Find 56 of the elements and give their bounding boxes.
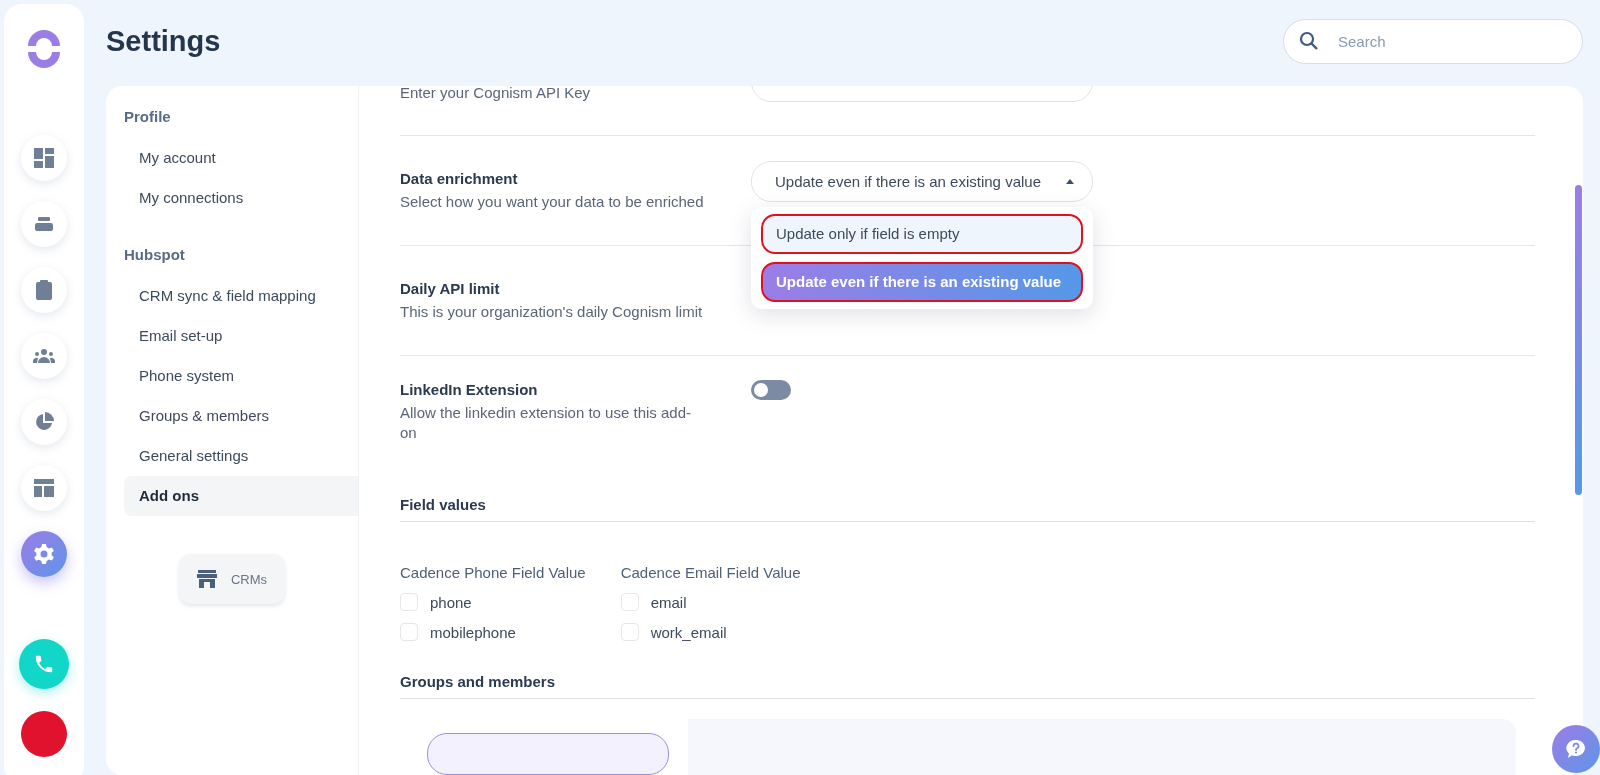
nav-button[interactable] bbox=[21, 135, 67, 181]
checkbox-label: work_email bbox=[650, 623, 727, 641]
checkbox[interactable] bbox=[400, 623, 418, 641]
checkbox[interactable] bbox=[620, 623, 639, 641]
nav-button[interactable] bbox=[21, 399, 67, 445]
dropdown-option[interactable]: Update only if field is empty bbox=[761, 213, 1083, 254]
pill-button[interactable] bbox=[427, 733, 669, 775]
settings-nav-item[interactable]: Groups & members bbox=[124, 396, 358, 436]
settings-nav-item[interactable]: Phone system bbox=[124, 356, 358, 396]
settings-nav-item[interactable]: My connections bbox=[124, 178, 358, 218]
section-heading: Field values bbox=[400, 496, 1535, 522]
page-title: Settings bbox=[106, 24, 221, 58]
layout-icon bbox=[33, 477, 55, 499]
store-icon bbox=[196, 570, 217, 588]
settings-nav-item[interactable]: CRM sync & field mapping bbox=[124, 276, 358, 316]
section-heading: Hubspot bbox=[124, 246, 186, 265]
column-title: Cadence Email Field Value bbox=[620, 564, 801, 581]
search-icon bbox=[1299, 30, 1319, 51]
scrollbar-thumb[interactable] bbox=[1575, 185, 1582, 495]
checkbox-label: mobilephone bbox=[430, 623, 516, 641]
settings-nav-item[interactable]: Email set-up bbox=[124, 316, 358, 356]
search-field[interactable]: Search bbox=[1283, 18, 1583, 64]
checkbox[interactable] bbox=[400, 593, 418, 611]
avatar[interactable] bbox=[21, 711, 67, 757]
settings-nav-item[interactable]: Add ons bbox=[124, 476, 358, 516]
setting-title: Data enrichment bbox=[400, 168, 519, 189]
help-bubble-icon bbox=[1566, 739, 1586, 759]
caret-up-icon bbox=[1066, 178, 1074, 184]
checkbox-label: phone bbox=[430, 593, 472, 611]
nav-button[interactable] bbox=[21, 267, 67, 313]
toggle-switch[interactable] bbox=[751, 379, 791, 400]
setting-description: Select how you want your data to be enriched bbox=[400, 191, 705, 212]
checkbox[interactable] bbox=[620, 593, 639, 611]
settings-icon bbox=[33, 543, 55, 565]
section-heading: Profile bbox=[124, 108, 172, 127]
enrichment-select[interactable]: Update even if there is an existing value bbox=[751, 160, 1093, 202]
nav-button[interactable] bbox=[21, 333, 67, 379]
setting-title: LinkedIn Extension bbox=[400, 379, 539, 400]
section-heading: Groups and members bbox=[400, 673, 1535, 699]
column-title: Cadence Phone Field Value bbox=[400, 564, 586, 581]
settings-nav-item[interactable]: General settings bbox=[124, 436, 358, 476]
nav-button[interactable] bbox=[21, 201, 67, 247]
checkbox-label: email bbox=[650, 593, 687, 611]
phone-icon bbox=[33, 653, 55, 675]
phone-button[interactable] bbox=[19, 639, 69, 689]
crms-button[interactable]: CRMs bbox=[179, 554, 285, 604]
setting-description: Enter your Cognism API Key bbox=[400, 86, 592, 103]
setting-description: Allow the linkedin extension to use this add-on bbox=[400, 402, 692, 443]
nav-button[interactable] bbox=[21, 465, 67, 511]
dashboard-icon bbox=[33, 147, 55, 169]
setting-title: Daily API limit bbox=[400, 278, 501, 299]
help-button[interactable] bbox=[1552, 725, 1600, 773]
pie-chart-icon bbox=[33, 411, 55, 433]
nav-button[interactable] bbox=[21, 531, 67, 577]
settings-nav-item[interactable]: My account bbox=[124, 138, 358, 178]
setting-description: This is your organization's daily Cognism limit bbox=[400, 301, 704, 322]
